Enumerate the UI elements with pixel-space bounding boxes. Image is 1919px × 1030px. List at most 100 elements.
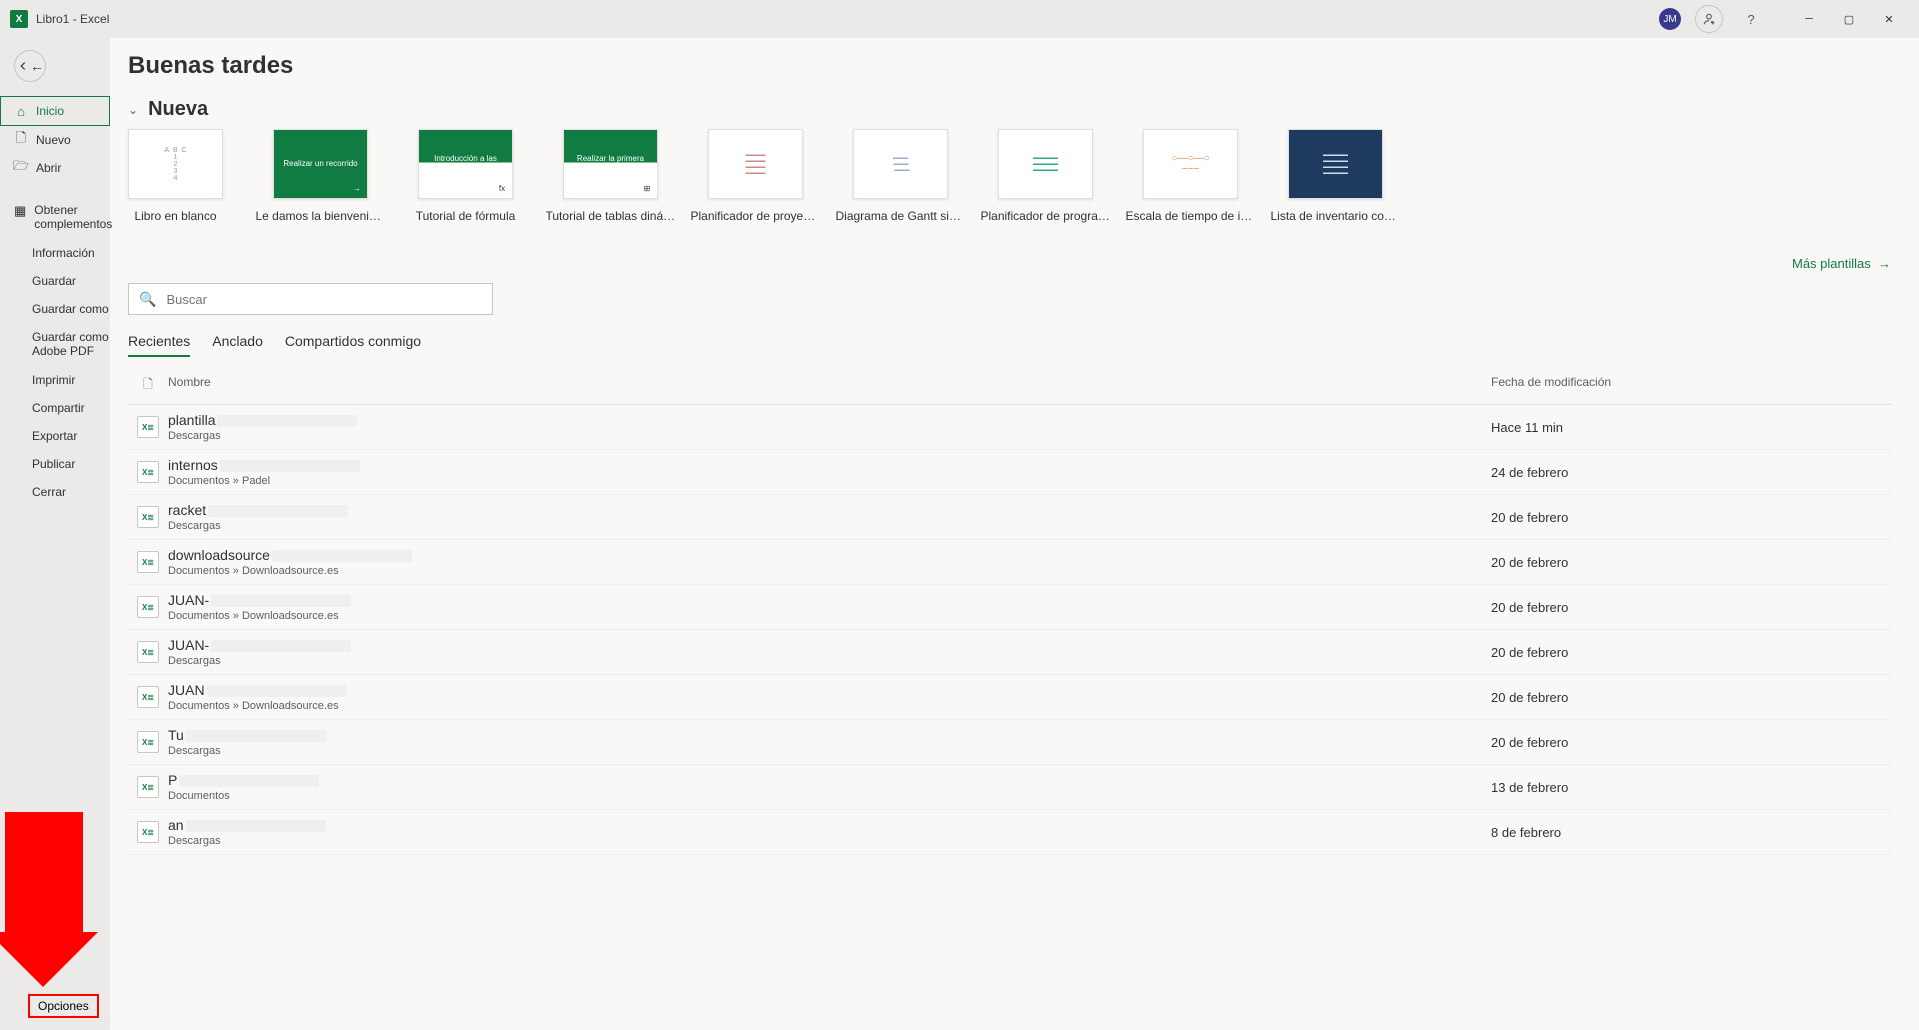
excel-file-icon: X≣: [137, 551, 159, 573]
sidebar-item-guardar-como-pdf[interactable]: Guardar como Adobe PDF: [0, 323, 110, 366]
template-card[interactable]: Introducción a las Fórmulasfx Tutorial d…: [418, 129, 513, 223]
template-label: Tutorial de tablas dinámicas: [546, 209, 676, 223]
file-row[interactable]: X≣ downloadsource Documentos » Downloadsou…: [128, 540, 1891, 585]
sidebar-item-abrir[interactable]: 🗁 Abrir: [0, 154, 110, 182]
file-date: 20 de febrero: [1491, 600, 1891, 615]
file-row[interactable]: X≣PDocumentos13 de febrero: [128, 765, 1891, 810]
file-path: Documentos » Downloadsource.es: [168, 700, 1491, 712]
template-card[interactable]: ▬▬▬▬▬▬▬▬▬▬▬▬▬▬▬ Planificador de programa…: [998, 129, 1093, 223]
excel-file-icon: X≣: [137, 506, 159, 528]
template-card[interactable]: ▬▬▬▬▬▬▬▬▬▬▬▬▬▬▬▬▬▬▬▬ Lista de inventario…: [1288, 129, 1383, 223]
help-button[interactable]: ?: [1737, 5, 1765, 33]
arrow-icon: →: [350, 181, 364, 195]
excel-file-icon: X≣: [137, 596, 159, 618]
sidebar-item-guardar[interactable]: Guardar: [0, 267, 110, 295]
sidebar-item-publicar[interactable]: Publicar: [0, 450, 110, 478]
file-row[interactable]: X≣ JUAN- Documentos » Downloadsource.es20 …: [128, 585, 1891, 630]
sidebar-item-opciones[interactable]: Opciones: [28, 994, 99, 1018]
file-row[interactable]: X≣racketDescargas20 de febrero: [128, 495, 1891, 540]
sidebar-item-exportar[interactable]: Exportar: [0, 422, 110, 450]
sidebar-item-obtener-complementos[interactable]: ▦ Obtener complementos: [0, 196, 110, 239]
file-row[interactable]: X≣internosDocumentos » Padel24 de febrer…: [128, 450, 1891, 495]
excel-file-icon: X≣: [137, 416, 159, 438]
sidebar-item-label: Imprimir: [32, 373, 75, 387]
header-date: Fecha de modificación: [1491, 375, 1891, 396]
file-name: downloadsource: [168, 547, 1491, 563]
excel-file-icon: X≣: [137, 641, 159, 663]
file-name: internos: [168, 457, 1491, 473]
sidebar-item-cerrar[interactable]: Cerrar: [0, 478, 110, 506]
template-card[interactable]: ▬▬▬ ▬▬▬ ▬▬▬ Diagrama de Gantt simple: [853, 129, 948, 223]
template-card[interactable]: ○—○—○~~~ Escala de tiempo de infograf...: [1143, 129, 1238, 223]
excel-file-icon: X≣: [137, 461, 159, 483]
back-button[interactable]: ←: [14, 50, 46, 82]
sidebar-item-label: Abrir: [36, 161, 61, 175]
sidebar-item-inicio[interactable]: ⌂ Inicio: [0, 96, 110, 126]
collapse-new-icon[interactable]: ⌄: [128, 103, 138, 117]
search-input[interactable]: [166, 292, 482, 307]
more-templates-link[interactable]: Más plantillas →: [1792, 256, 1891, 271]
file-row[interactable]: X≣ plantilla DescargasHace 11 min: [128, 405, 1891, 450]
window-title: Libro1 - Excel: [36, 12, 109, 26]
template-card[interactable]: ▬▬▬▬▬▬▬▬▬▬▬▬▬▬▬▬ Planificador de proyect…: [708, 129, 803, 223]
sidebar-item-label: Exportar: [32, 429, 77, 443]
file-date: 8 de febrero: [1491, 825, 1891, 840]
sidebar-item-nuevo[interactable]: 🗋 Nuevo: [0, 126, 110, 154]
file-date: 20 de febrero: [1491, 735, 1891, 750]
file-name: plantilla: [168, 412, 1491, 428]
template-label: Planificador de proyectos de...: [691, 209, 821, 223]
sidebar-item-label: Opciones: [38, 999, 89, 1013]
excel-file-icon: X≣: [137, 686, 159, 708]
excel-file-icon: X≣: [137, 731, 159, 753]
sidebar-item-label: Guardar: [32, 274, 76, 288]
recent-tabs: Recientes Anclado Compartidos conmigo: [128, 333, 1891, 357]
template-label: Libro en blanco: [111, 209, 241, 223]
file-row[interactable]: X≣TuDescargas20 de febrero: [128, 720, 1891, 765]
template-card[interactable]: Realizar un recorrido→ Le damos la bienv…: [273, 129, 368, 223]
sidebar-item-imprimir[interactable]: Imprimir: [0, 366, 110, 394]
file-name: JUAN-: [168, 637, 1491, 653]
section-title-nueva: Nueva: [148, 98, 208, 121]
template-card[interactable]: A B C1234 Libro en blanco: [128, 129, 223, 223]
tab-recientes[interactable]: Recientes: [128, 333, 190, 357]
user-avatar[interactable]: JM: [1659, 8, 1681, 30]
sidebar-item-guardar-como[interactable]: Guardar como: [0, 295, 110, 323]
file-date: 20 de febrero: [1491, 645, 1891, 660]
file-path: Descargas: [168, 430, 1491, 442]
template-label: Le damos la bienvenida a Ex...: [256, 209, 386, 223]
file-row[interactable]: X≣anDescargas8 de febrero: [128, 810, 1891, 855]
template-label: Escala de tiempo de infograf...: [1126, 209, 1256, 223]
file-path: Descargas: [168, 520, 1491, 532]
sidebar-item-label: Obtener complementos: [34, 203, 112, 232]
sidebar-item-label: Nuevo: [36, 133, 71, 147]
account-sync-icon[interactable]: [1695, 5, 1723, 33]
file-path: Documentos: [168, 790, 1491, 802]
tab-anclado[interactable]: Anclado: [212, 333, 263, 357]
close-button[interactable]: ✕: [1869, 4, 1909, 34]
tab-compartidos[interactable]: Compartidos conmigo: [285, 333, 421, 357]
search-box[interactable]: 🔍: [128, 283, 493, 315]
maximize-button[interactable]: ▢: [1829, 4, 1869, 34]
new-file-icon: 🗋: [14, 133, 28, 147]
file-row[interactable]: X≣JUANDocumentos » Downloadsource.es20 d…: [128, 675, 1891, 720]
file-row[interactable]: X≣JUAN-Descargas20 de febrero: [128, 630, 1891, 675]
open-folder-icon: 🗁: [14, 161, 28, 175]
file-date: 20 de febrero: [1491, 510, 1891, 525]
sidebar-item-label: Publicar: [32, 457, 75, 471]
file-name: JUAN-: [168, 592, 1491, 608]
minimize-button[interactable]: ─: [1789, 4, 1829, 34]
titlebar: X Libro1 - Excel JM ? ─ ▢ ✕: [0, 0, 1919, 38]
sidebar-item-compartir[interactable]: Compartir: [0, 394, 110, 422]
file-path: Documentos » Downloadsource.es: [168, 565, 1491, 577]
template-card[interactable]: Realizar la primera Tabla dinámica⊞ Tuto…: [563, 129, 658, 223]
home-icon: ⌂: [14, 104, 28, 118]
excel-file-icon: X≣: [137, 776, 159, 798]
file-path: Documentos » Downloadsource.es: [168, 610, 1491, 622]
file-date: 20 de febrero: [1491, 555, 1891, 570]
file-name: JUAN: [168, 682, 1491, 698]
file-name: an: [168, 817, 1491, 833]
file-list-header: 🗋 Nombre Fecha de modificación: [128, 363, 1891, 405]
sidebar-item-informacion[interactable]: Información: [0, 239, 110, 267]
pivot-icon: ⊞: [640, 181, 654, 195]
file-date: Hace 11 min: [1491, 420, 1891, 435]
